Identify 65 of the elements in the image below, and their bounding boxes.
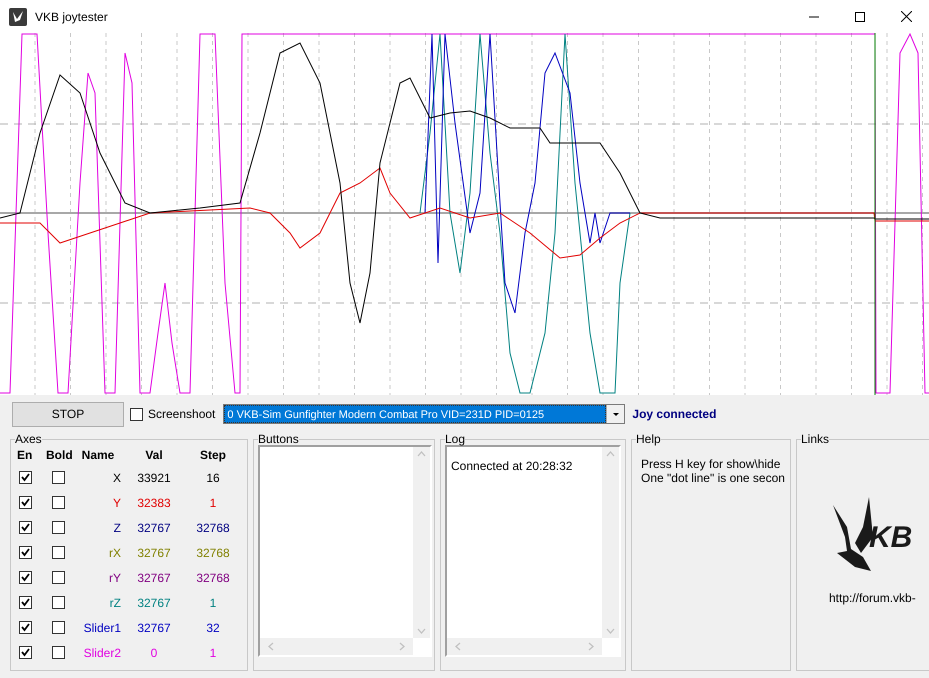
axis-name: Z (112, 520, 122, 536)
bold-checkbox[interactable] (52, 471, 65, 484)
axis-name: Y (112, 494, 122, 512)
axis-step: 1 (185, 494, 241, 512)
app-bird-icon (9, 8, 27, 26)
axis-step: 16 (185, 468, 241, 486)
axis-step: 32768 (185, 518, 241, 536)
logo-text: KB (869, 523, 912, 553)
axis-value: 32767 (136, 570, 172, 586)
forum-link[interactable]: http://forum.vkb- (829, 589, 916, 607)
enable-checkbox[interactable] (19, 571, 32, 584)
bold-checkbox[interactable] (52, 621, 65, 634)
axis-value: 32383 (136, 494, 172, 512)
enable-checkbox[interactable] (19, 471, 32, 484)
bold-checkbox[interactable] (52, 571, 65, 584)
window-title: VKB joytester (35, 8, 108, 26)
axis-value: 0 (150, 644, 158, 662)
enable-checkbox[interactable] (19, 496, 32, 509)
axis-value: 32767 (136, 594, 172, 612)
axis-value: 32767 (136, 520, 172, 536)
column-header: Name (80, 447, 116, 464)
group-title: Help (636, 434, 661, 445)
column-header: Step (198, 447, 227, 464)
log-line: Connected at 20:28:32 (451, 459, 574, 473)
enable-checkbox[interactable] (19, 596, 32, 609)
bold-checkbox[interactable] (52, 646, 65, 659)
enable-checkbox[interactable] (19, 646, 32, 659)
axis-name: rY (108, 570, 122, 586)
axis-step: 1 (185, 594, 241, 612)
column-header: Bold (45, 447, 73, 464)
close-icon[interactable] (900, 11, 912, 22)
axis-name: Slider1 (82, 620, 122, 636)
bold-checkbox[interactable] (52, 546, 65, 559)
caret-icon[interactable] (606, 405, 624, 423)
axis-name: Slider2 (82, 644, 122, 662)
axis-value: 32767 (136, 544, 172, 562)
axis-value: 33921 (136, 470, 172, 486)
column-header: Val (144, 447, 164, 464)
help-text: One "dot line" is one secon (641, 471, 786, 485)
bold-checkbox[interactable] (52, 596, 65, 609)
group-title: Log (445, 433, 466, 445)
enable-checkbox[interactable] (19, 546, 32, 559)
axis-name: rZ (108, 594, 122, 612)
group-title: Buttons (258, 433, 299, 445)
column-header: En (16, 447, 34, 464)
axis-step: 32768 (185, 568, 241, 586)
axis-value: 32767 (136, 620, 172, 636)
enable-checkbox[interactable] (19, 521, 32, 534)
list-box[interactable]: Connected at 20:28:32 (445, 445, 621, 657)
connection-status: Joy connected (632, 406, 716, 423)
bold-checkbox[interactable] (52, 496, 65, 509)
group-title: Links (801, 434, 830, 445)
axis-name: X (112, 470, 122, 486)
axis-name: rX (108, 544, 122, 562)
stop-button[interactable]: STOP (12, 402, 124, 426)
axis-step: 1 (185, 644, 241, 662)
help-text: Press H key for show\hide (641, 457, 782, 471)
screenshot-label: Screenshoot (148, 406, 216, 423)
screenshot-checkbox[interactable] (130, 408, 143, 420)
maximize-icon[interactable] (855, 12, 865, 22)
enable-checkbox[interactable] (19, 621, 32, 634)
group-title: Axes (15, 433, 42, 445)
axis-step: 32 (185, 618, 241, 636)
axis-step: 32768 (185, 544, 241, 562)
bold-checkbox[interactable] (52, 521, 65, 534)
